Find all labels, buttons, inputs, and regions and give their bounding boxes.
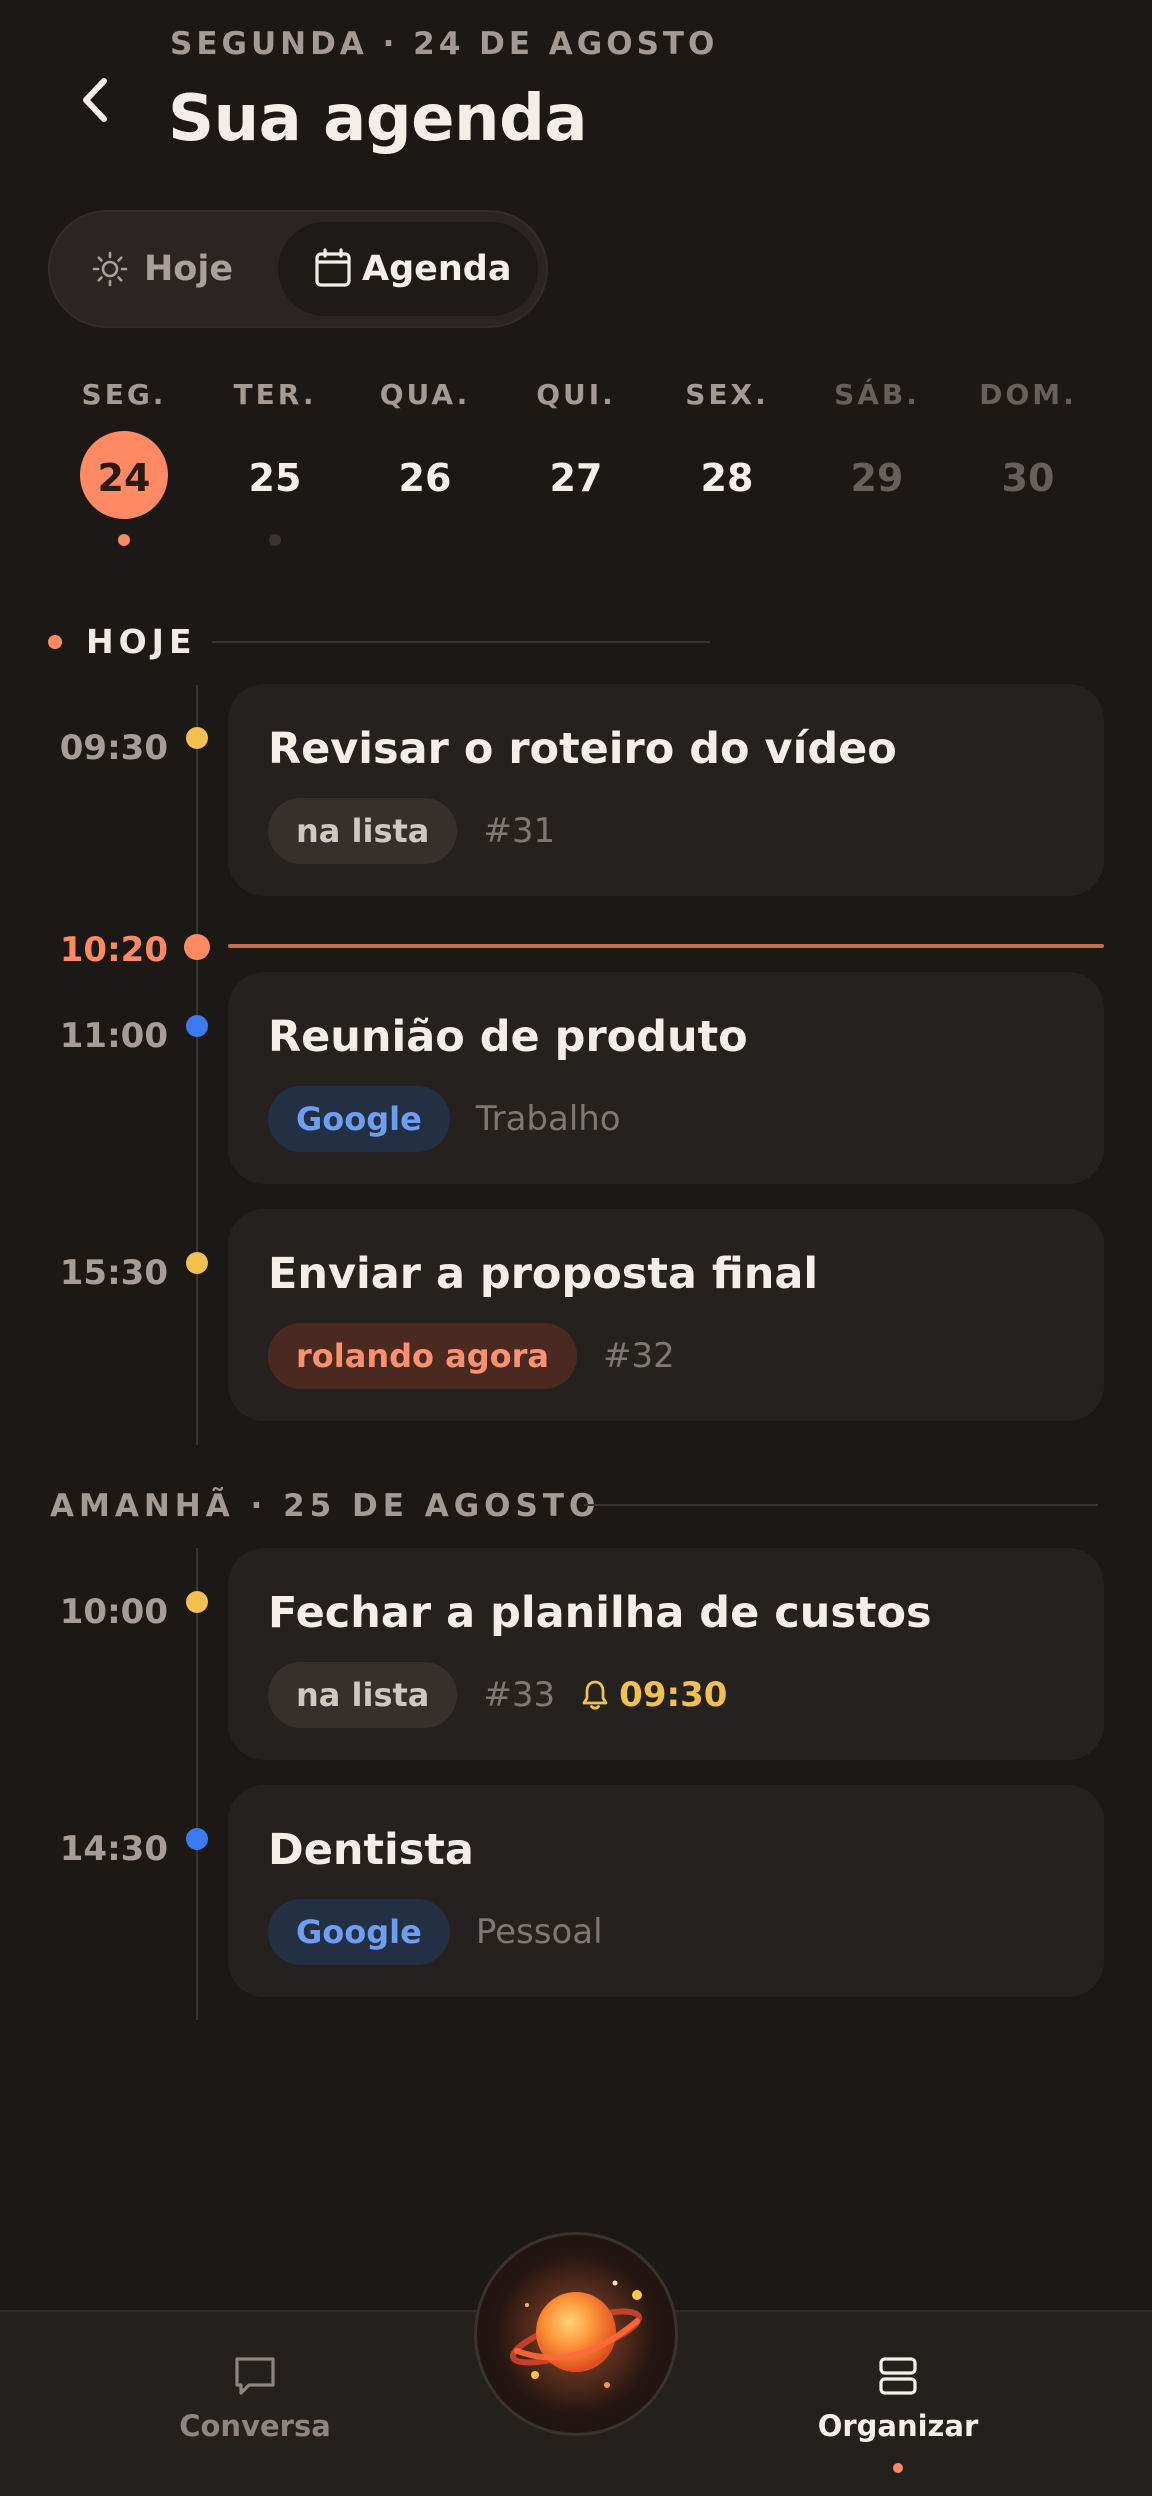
calendar-source-badge: Google <box>268 1086 450 1152</box>
today-dot <box>48 635 62 649</box>
weekday-label: QUI. <box>536 378 616 411</box>
stack-icon <box>879 2357 917 2395</box>
toggle-hoje-label: Hoje <box>144 249 234 289</box>
event-card[interactable]: Reunião de produto Google Trabalho <box>228 972 1104 1184</box>
event-meta: #32 <box>603 1336 675 1376</box>
event-card[interactable]: Dentista Google Pessoal <box>228 1785 1104 1997</box>
weekday-label: DOM. <box>979 378 1077 411</box>
reminder-time: 09:30 <box>619 1675 728 1715</box>
event-title: Revisar o roteiro do vídeo <box>268 724 897 774</box>
event-title: Fechar a planilha de custos <box>268 1588 932 1638</box>
event-time: 15:30 <box>59 1253 168 1293</box>
event-time: 11:00 <box>59 1016 168 1056</box>
now-line <box>228 944 1104 948</box>
reminder: 09:30 <box>581 1675 727 1715</box>
event-card[interactable]: Enviar a proposta final rolando agora #3… <box>228 1209 1104 1421</box>
event-meta: Trabalho <box>475 1099 621 1139</box>
sun-icon <box>92 251 128 287</box>
timeline-line <box>196 1548 198 2020</box>
day-number[interactable]: 29 <box>807 448 947 508</box>
section-today: HOJE <box>86 622 197 661</box>
event-dot <box>186 1015 208 1037</box>
toggle-agenda[interactable]: Agenda <box>278 222 538 316</box>
day-event-dot <box>118 534 130 546</box>
toggle-agenda-label: Agenda <box>362 249 512 289</box>
weekday-label: TER. <box>233 378 317 411</box>
event-meta: #33 <box>483 1675 556 1715</box>
day-number[interactable]: 24 <box>54 448 194 508</box>
day-number[interactable]: 28 <box>657 448 797 508</box>
back-button[interactable] <box>70 72 120 128</box>
assistant-button[interactable] <box>474 2232 678 2436</box>
event-card[interactable]: Revisar o roteiro do vídeo na lista #31 <box>228 684 1104 896</box>
bell-icon <box>582 1680 608 1710</box>
day-number[interactable]: 26 <box>355 448 495 508</box>
section-tomorrow: AMANHÃ · 25 DE AGOSTO <box>50 1488 601 1524</box>
event-dot <box>186 1252 208 1274</box>
event-time: 14:30 <box>59 1829 168 1869</box>
event-meta: #31 <box>483 811 556 851</box>
event-dot <box>186 1828 208 1850</box>
weekday-label: SÁB. <box>834 378 920 411</box>
active-tab-dot <box>893 2463 903 2473</box>
event-title: Enviar a proposta final <box>268 1249 819 1299</box>
calendar-source-badge: Google <box>268 1899 450 1965</box>
event-card[interactable]: Fechar a planilha de custos na lista #33… <box>228 1548 1104 1760</box>
chat-bubble-icon <box>235 2357 275 2395</box>
status-badge: na lista <box>268 798 458 864</box>
toggle-hoje[interactable]: Hoje <box>92 222 233 316</box>
now-time: 10:20 <box>59 930 168 970</box>
event-dot <box>186 727 208 749</box>
event-dot <box>186 1591 208 1613</box>
status-badge: na lista <box>268 1662 458 1728</box>
status-badge: rolando agora <box>268 1323 577 1389</box>
section-divider <box>212 641 710 643</box>
calendar-icon <box>315 248 351 287</box>
weekday-label: SEX. <box>685 378 769 411</box>
event-title: Reunião de produto <box>268 1012 748 1062</box>
now-dot <box>184 934 210 960</box>
nav-conversa[interactable]: Conversa <box>170 2355 340 2443</box>
day-event-dot <box>269 534 281 546</box>
event-title: Dentista <box>268 1825 474 1875</box>
nav-organizar-label: Organizar <box>817 2409 979 2443</box>
weekday-label: SEG. <box>81 378 167 411</box>
page-title: Sua agenda <box>168 82 588 156</box>
timeline-line <box>196 685 198 1445</box>
event-time: 09:30 <box>59 728 168 768</box>
day-number[interactable]: 27 <box>506 448 646 508</box>
planet-icon <box>496 2254 656 2414</box>
section-divider <box>584 1504 1098 1506</box>
nav-organizar[interactable]: Organizar <box>808 2355 988 2443</box>
day-number[interactable]: 25 <box>205 448 345 508</box>
event-meta: Pessoal <box>475 1912 603 1952</box>
weekday-label: QUA. <box>379 378 471 411</box>
date-line: SEGUNDA · 24 DE AGOSTO <box>170 26 719 62</box>
view-toggle: Hoje Agenda <box>48 210 548 328</box>
chevron-left-icon <box>83 78 107 122</box>
nav-conversa-label: Conversa <box>179 2409 331 2443</box>
event-time: 10:00 <box>59 1592 168 1632</box>
day-number[interactable]: 30 <box>958 448 1098 508</box>
